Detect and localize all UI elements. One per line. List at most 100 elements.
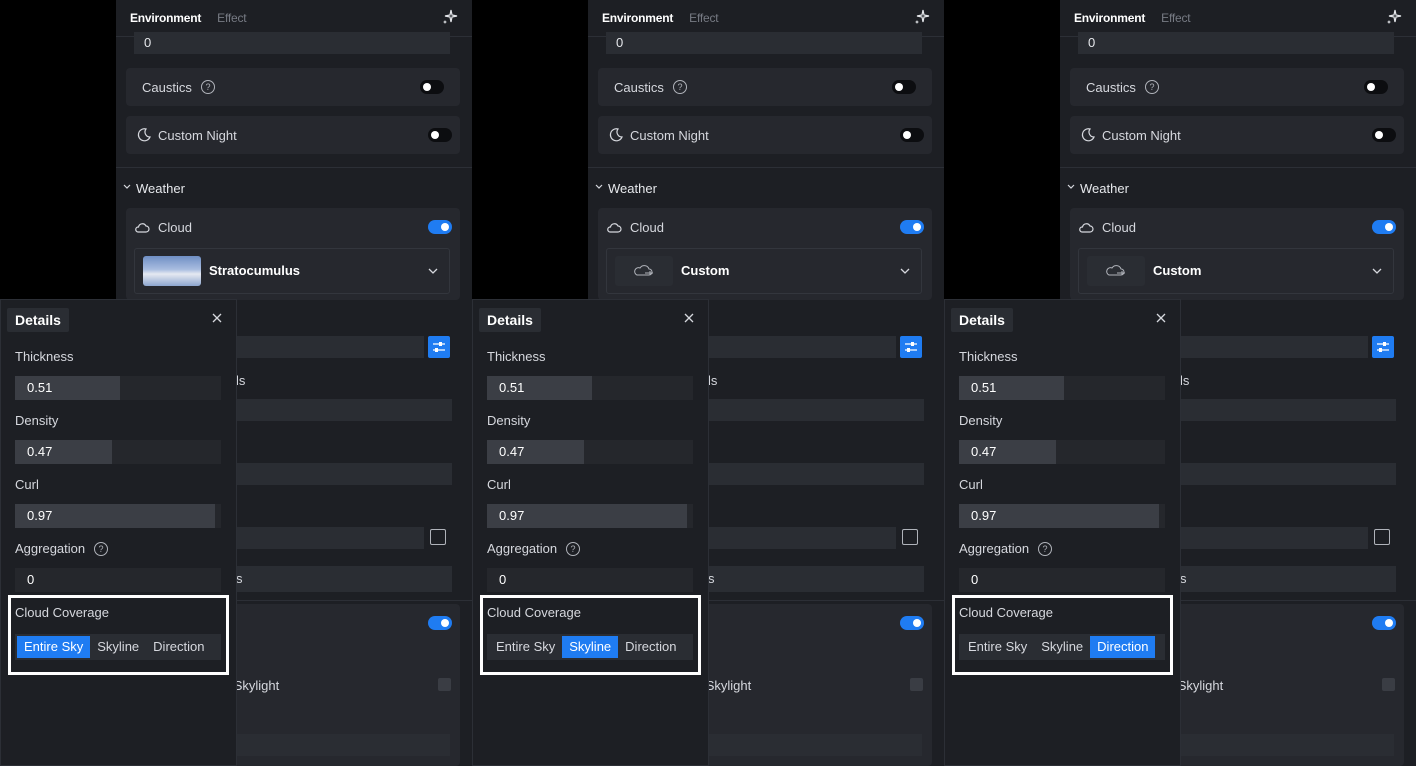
aggregation-field[interactable]: 0 bbox=[15, 568, 221, 592]
custom-night-row: Custom Night bbox=[598, 116, 932, 154]
tab-environment[interactable]: Environment bbox=[602, 11, 673, 25]
tab-effect[interactable]: Effect bbox=[689, 11, 718, 25]
light-toggle[interactable] bbox=[1372, 616, 1396, 630]
moon-icon bbox=[137, 128, 151, 142]
preset-field[interactable] bbox=[708, 336, 896, 358]
thickness-label: Thickness bbox=[15, 349, 74, 364]
dice-icon[interactable] bbox=[902, 529, 918, 545]
tab-effect[interactable]: Effect bbox=[1161, 11, 1190, 25]
hidden-field-3[interactable] bbox=[708, 527, 896, 549]
tab-environment[interactable]: Environment bbox=[130, 11, 201, 25]
curl-slider[interactable]: 0.97 bbox=[959, 504, 1165, 528]
tab-environment[interactable]: Environment bbox=[1074, 11, 1145, 25]
sparkle-icon[interactable] bbox=[1386, 9, 1402, 25]
custom-night-toggle[interactable] bbox=[900, 128, 924, 142]
density-slider[interactable]: 0.47 bbox=[959, 440, 1165, 464]
top-value-field[interactable]: 0 bbox=[1078, 32, 1394, 54]
density-slider[interactable]: 0.47 bbox=[487, 440, 693, 464]
sparkle-icon[interactable] bbox=[914, 9, 930, 25]
chevron-down-icon[interactable] bbox=[594, 182, 604, 192]
weather-section-title[interactable]: Weather bbox=[136, 181, 185, 196]
curl-slider[interactable]: 0.97 bbox=[487, 504, 693, 528]
chevron-down-icon[interactable] bbox=[1066, 182, 1076, 192]
caustics-row: Caustics ? bbox=[1070, 68, 1404, 106]
thickness-slider[interactable]: 0.51 bbox=[487, 376, 693, 400]
details-title: Details bbox=[7, 308, 69, 332]
help-icon[interactable]: ? bbox=[94, 542, 108, 556]
adjust-details-button[interactable] bbox=[900, 336, 922, 358]
cloud-type-thumbnail bbox=[143, 256, 201, 286]
light-toggle[interactable] bbox=[428, 616, 452, 630]
preset-field[interactable] bbox=[236, 336, 424, 358]
adjust-details-button[interactable] bbox=[428, 336, 450, 358]
intensity-follows-skylight-checkbox[interactable] bbox=[438, 678, 451, 691]
cloud-toggle[interactable] bbox=[1372, 220, 1396, 234]
caustics-toggle[interactable] bbox=[892, 80, 916, 94]
sparkle-icon[interactable] bbox=[442, 9, 458, 25]
close-icon[interactable] bbox=[684, 313, 694, 323]
light-toggle[interactable] bbox=[900, 616, 924, 630]
caustics-toggle[interactable] bbox=[420, 80, 444, 94]
help-icon[interactable]: ? bbox=[201, 80, 215, 94]
custom-night-toggle[interactable] bbox=[428, 128, 452, 142]
custom-night-toggle[interactable] bbox=[1372, 128, 1396, 142]
hidden-field-3[interactable] bbox=[1180, 527, 1368, 549]
intensity-follows-skylight-checkbox[interactable] bbox=[910, 678, 923, 691]
thickness-label: Thickness bbox=[487, 349, 546, 364]
editor-frame: Environment Effect 0 Caustics ? Custom N… bbox=[472, 0, 944, 766]
details-label: ls bbox=[236, 373, 246, 388]
help-icon[interactable]: ? bbox=[1145, 80, 1159, 94]
tab-effect[interactable]: Effect bbox=[217, 11, 246, 25]
close-icon[interactable] bbox=[1156, 313, 1166, 323]
hidden-field-4[interactable] bbox=[708, 566, 924, 592]
dice-icon[interactable] bbox=[1374, 529, 1390, 545]
cloud-toggle[interactable] bbox=[428, 220, 452, 234]
hidden-field-4[interactable] bbox=[236, 566, 452, 592]
details-title: Details bbox=[951, 308, 1013, 332]
hidden-field-3[interactable] bbox=[236, 527, 424, 549]
hidden-field-2[interactable] bbox=[1180, 463, 1396, 485]
hidden-field-2[interactable] bbox=[708, 463, 924, 485]
help-icon[interactable]: ? bbox=[673, 80, 687, 94]
moon-icon bbox=[1081, 128, 1095, 142]
intensity-follows-skylight-checkbox[interactable] bbox=[1382, 678, 1395, 691]
cloud-type-select[interactable]: Stratocumulus bbox=[134, 248, 450, 294]
hidden-field-1[interactable] bbox=[708, 399, 924, 421]
close-icon[interactable] bbox=[212, 313, 222, 323]
curl-label: Curl bbox=[487, 477, 511, 492]
top-value-field[interactable]: 0 bbox=[606, 32, 922, 54]
adjust-details-button[interactable] bbox=[1372, 336, 1394, 358]
hidden-field-2[interactable] bbox=[236, 463, 452, 485]
curl-value: 0.97 bbox=[499, 508, 525, 523]
hidden-field-4[interactable] bbox=[1180, 566, 1396, 592]
curl-value: 0.97 bbox=[27, 508, 53, 523]
curl-slider[interactable]: 0.97 bbox=[15, 504, 221, 528]
sliders-icon bbox=[433, 342, 445, 352]
cloud-type-thumbnail bbox=[615, 256, 673, 286]
divider bbox=[116, 167, 472, 168]
weather-section-title[interactable]: Weather bbox=[1080, 181, 1129, 196]
weather-section-title[interactable]: Weather bbox=[608, 181, 657, 196]
hidden-field-1[interactable] bbox=[236, 399, 452, 421]
custom-cloud-icon bbox=[1106, 265, 1125, 276]
custom-night-row: Custom Night bbox=[126, 116, 460, 154]
thickness-value: 0.51 bbox=[499, 380, 525, 395]
thickness-slider[interactable]: 0.51 bbox=[15, 376, 221, 400]
aggregation-field[interactable]: 0 bbox=[487, 568, 693, 592]
caustics-toggle[interactable] bbox=[1364, 80, 1388, 94]
hidden-field-1[interactable] bbox=[1180, 399, 1396, 421]
cloud-type-select[interactable]: Custom bbox=[1078, 248, 1394, 294]
help-icon[interactable]: ? bbox=[566, 542, 580, 556]
preset-field[interactable] bbox=[1180, 336, 1368, 358]
aggregation-field[interactable]: 0 bbox=[959, 568, 1165, 592]
aggregation-label: Aggregation bbox=[959, 541, 1030, 556]
density-slider[interactable]: 0.47 bbox=[15, 440, 221, 464]
caustics-row: Caustics ? bbox=[598, 68, 932, 106]
cloud-toggle[interactable] bbox=[900, 220, 924, 234]
help-icon[interactable]: ? bbox=[1038, 542, 1052, 556]
chevron-down-icon[interactable] bbox=[122, 182, 132, 192]
top-value-field[interactable]: 0 bbox=[134, 32, 450, 54]
thickness-slider[interactable]: 0.51 bbox=[959, 376, 1165, 400]
dice-icon[interactable] bbox=[430, 529, 446, 545]
cloud-type-select[interactable]: Custom bbox=[606, 248, 922, 294]
